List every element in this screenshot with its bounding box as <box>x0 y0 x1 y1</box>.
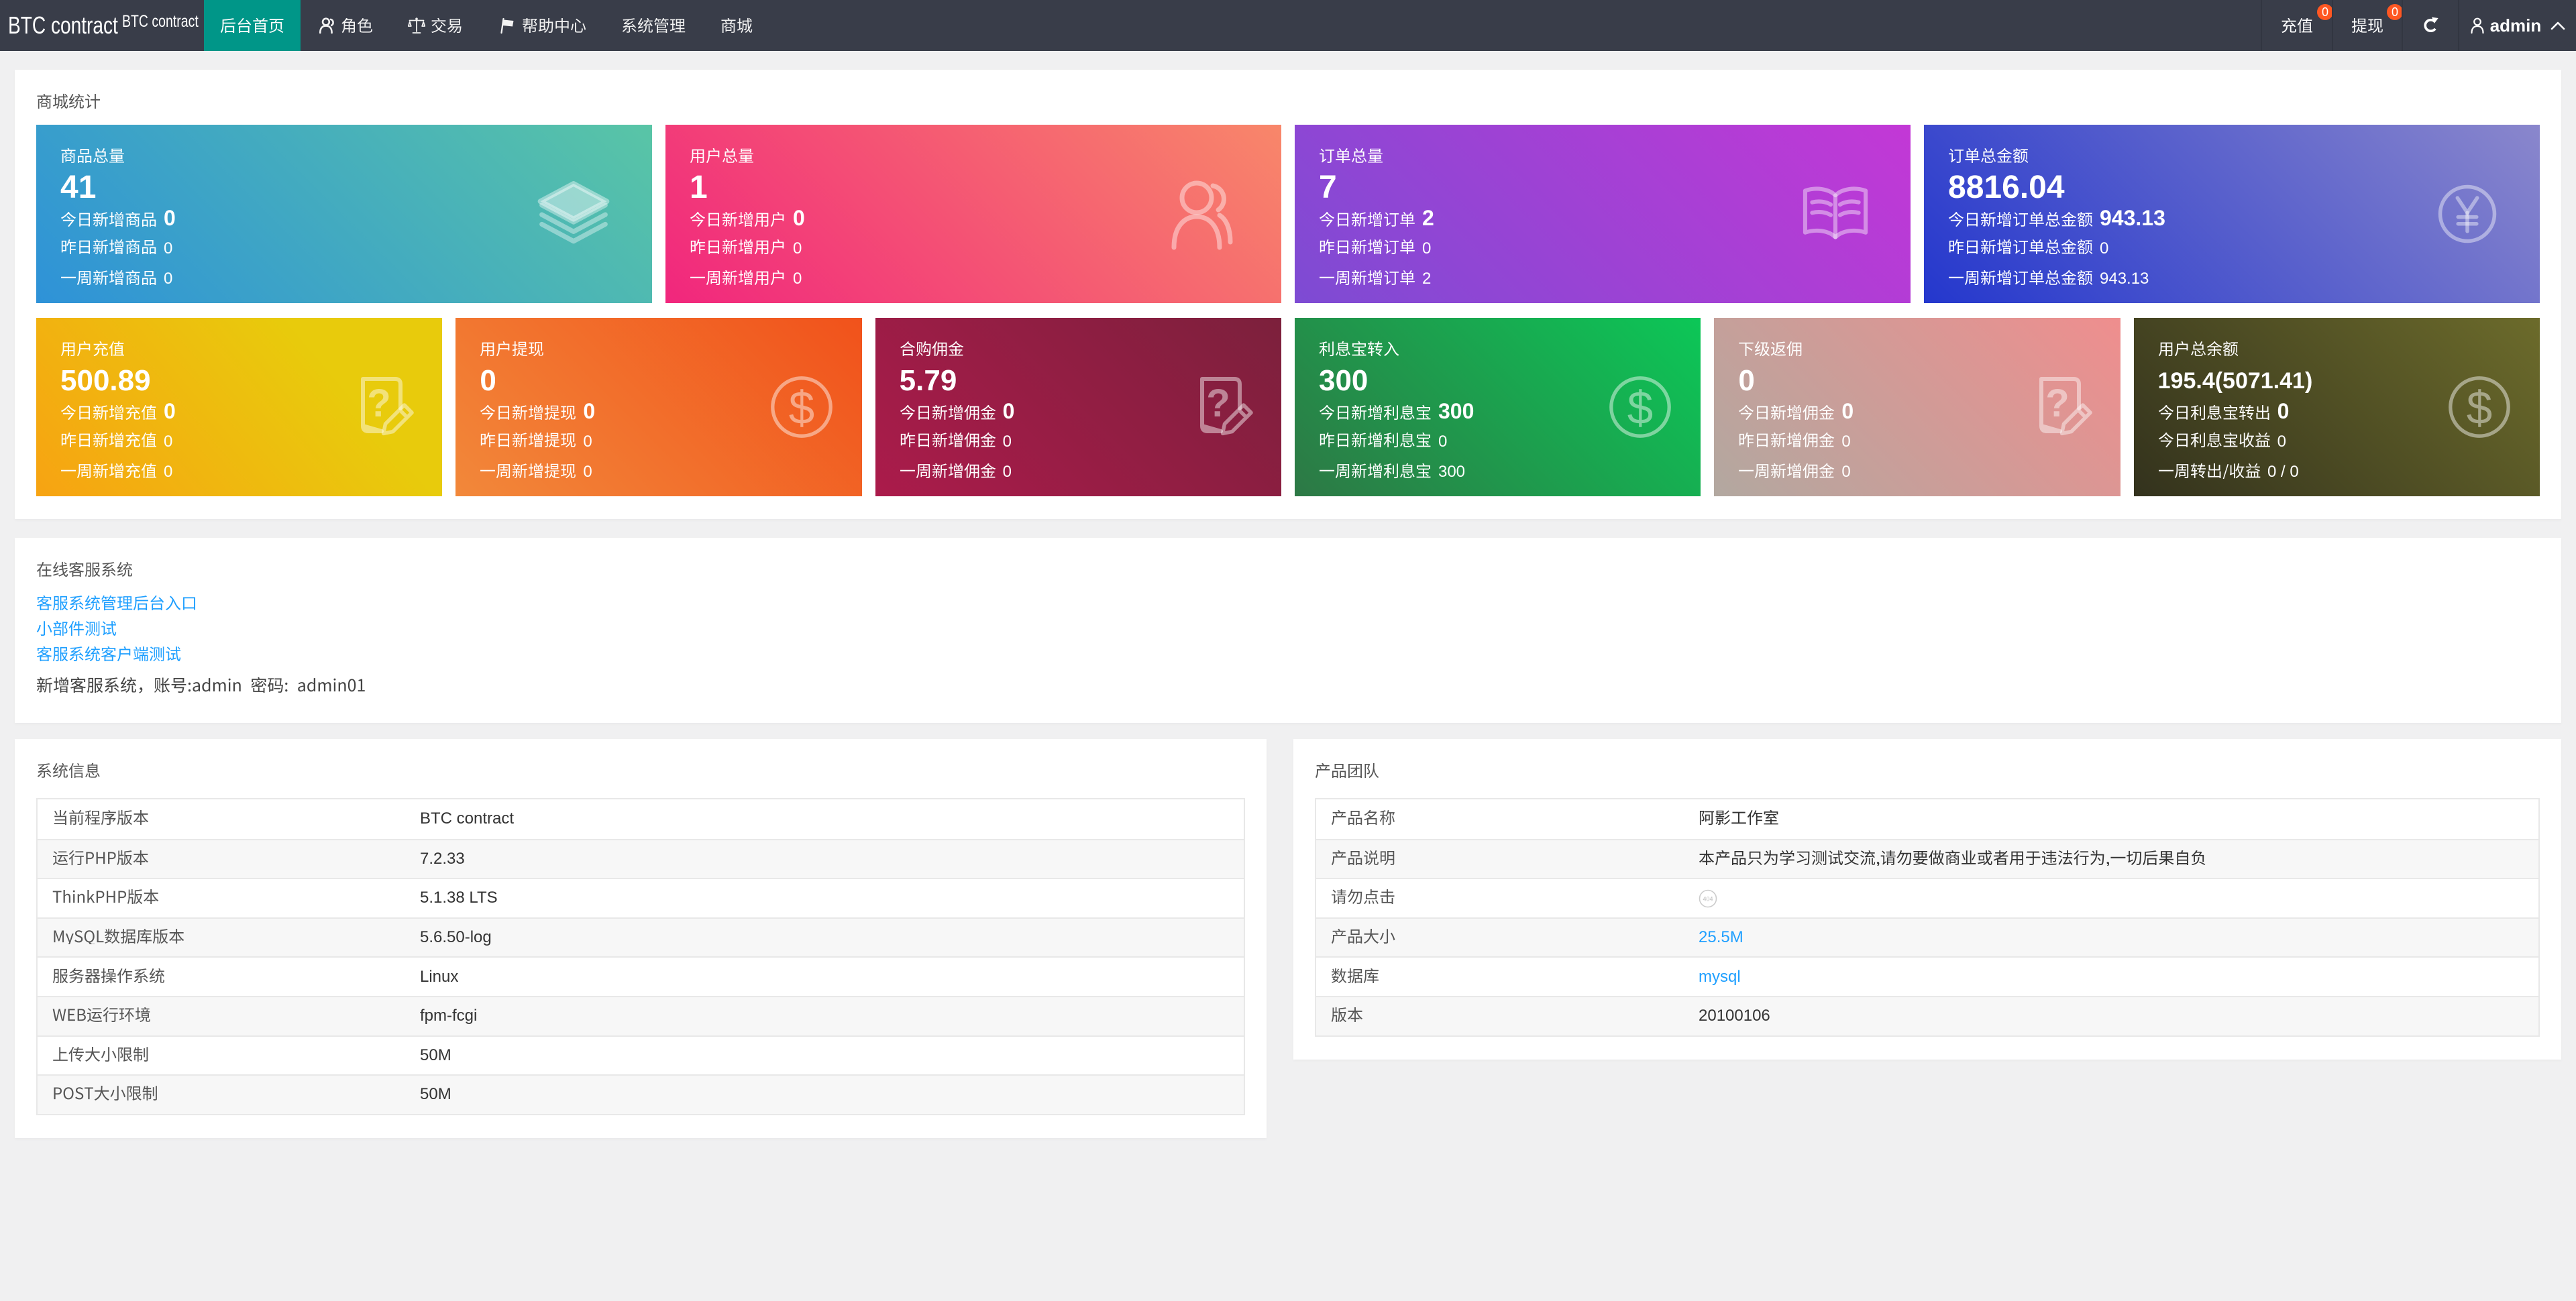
svg-text:404: 404 <box>1703 895 1713 902</box>
svg-text:?: ? <box>1206 382 1230 425</box>
svg-text:?: ? <box>2045 382 2069 425</box>
svg-text:$: $ <box>788 382 814 434</box>
svg-text:?: ? <box>368 382 391 425</box>
svg-text:$: $ <box>1627 382 1653 434</box>
svg-text:$: $ <box>2467 382 2492 434</box>
